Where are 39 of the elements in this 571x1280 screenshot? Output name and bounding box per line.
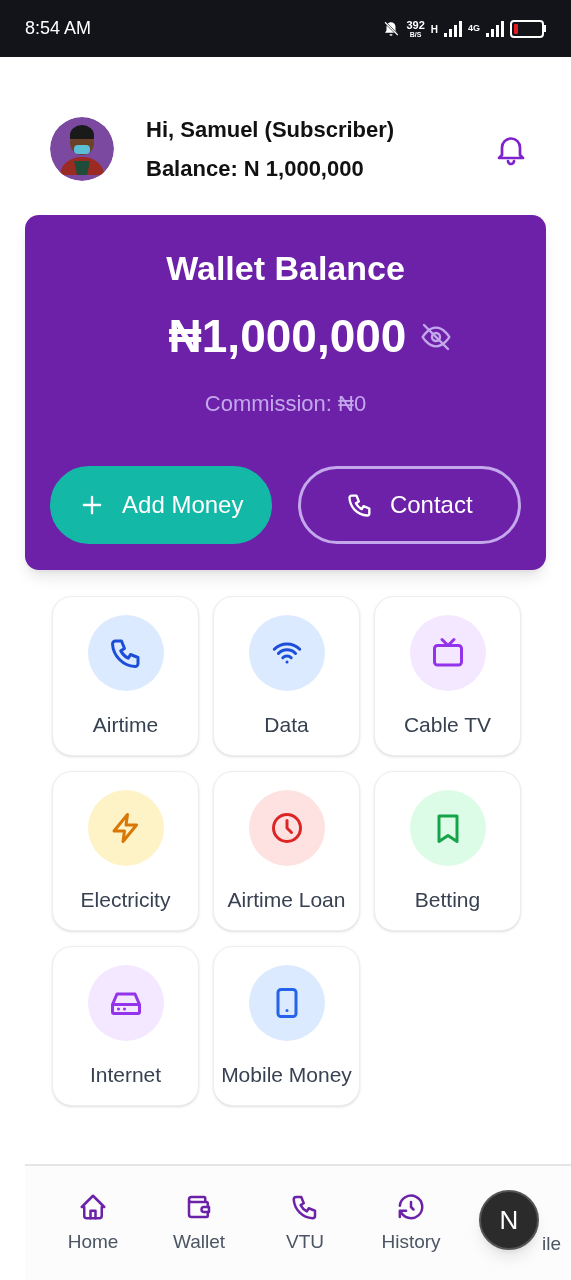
- service-tile[interactable]: Betting: [374, 771, 521, 931]
- service-label: Airtime: [92, 712, 159, 738]
- service-label: Data: [264, 712, 309, 738]
- nav-item[interactable]: Wallet: [149, 1192, 249, 1257]
- service-label: Electricity: [80, 887, 171, 913]
- nav-item[interactable]: Home: [43, 1192, 143, 1257]
- wallet-title: Wallet Balance: [166, 248, 405, 289]
- wallet-amount: ₦1,000,000: [168, 309, 407, 364]
- home-icon: [78, 1192, 108, 1222]
- service-tile[interactable]: Cable TV: [374, 596, 521, 756]
- signal-icon: [444, 20, 462, 37]
- avatar: [50, 117, 114, 181]
- service-tile[interactable]: Mobile Money: [213, 946, 360, 1106]
- floating-button[interactable]: N: [479, 1190, 539, 1250]
- contact-button[interactable]: Contact: [297, 466, 521, 544]
- network-type: H: [430, 22, 438, 37]
- service-tile[interactable]: Internet: [52, 946, 199, 1106]
- nav-item[interactable]: History: [361, 1192, 461, 1257]
- history-icon: [396, 1192, 426, 1222]
- service-tile[interactable]: Data: [213, 596, 360, 756]
- service-label: Internet: [89, 1062, 162, 1088]
- status-time: 8:54 AM: [25, 17, 92, 40]
- greeting: Hi, Samuel (Subscriber): [146, 116, 395, 144]
- service-label: Airtime Loan: [227, 887, 346, 913]
- network-type: 4G: [468, 21, 480, 35]
- signal-icon: [486, 20, 504, 37]
- network-speed: 392: [406, 19, 425, 31]
- header-balance: Balance: N 1,000,000: [146, 155, 365, 183]
- service-tile[interactable]: Airtime Loan: [213, 771, 360, 931]
- service-tile[interactable]: Electricity: [52, 771, 199, 931]
- nav-item[interactable]: ile: [542, 1230, 561, 1259]
- service-label: Mobile Money: [221, 1062, 352, 1088]
- service-label: Betting: [414, 887, 481, 913]
- service-tile[interactable]: Airtime: [52, 596, 199, 756]
- nav-item[interactable]: VTU: [255, 1192, 355, 1257]
- service-label: Cable TV: [403, 712, 492, 738]
- bell-muted-icon: [382, 19, 401, 38]
- commission: Commission: ₦0: [204, 390, 367, 418]
- battery-icon: [510, 19, 546, 38]
